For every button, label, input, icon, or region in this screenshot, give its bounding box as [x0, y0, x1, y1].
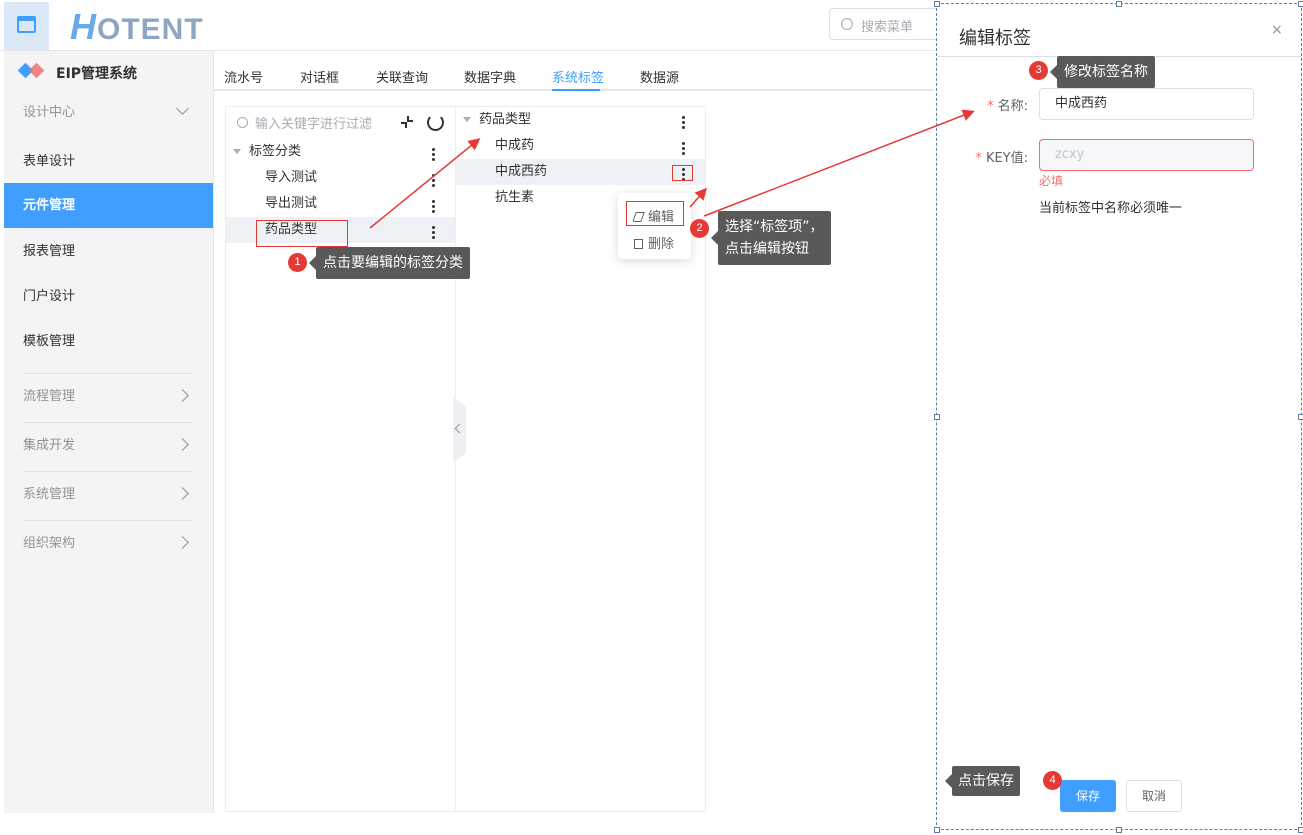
step-badge: 2 — [690, 219, 709, 238]
step-badge: 1 — [288, 253, 307, 272]
step-callout: 点击要编辑的标签分类 — [309, 247, 470, 279]
step-callout: 选择“标签项”， 点击编辑按钮 — [711, 211, 831, 265]
step-callout: 修改标签名称 — [1050, 56, 1155, 88]
annotation-arrows — [369, 109, 975, 229]
step-badge: 4 — [1043, 771, 1062, 790]
step-callout: 点击保存 — [945, 766, 1020, 796]
step-badge: 3 — [1029, 61, 1048, 80]
